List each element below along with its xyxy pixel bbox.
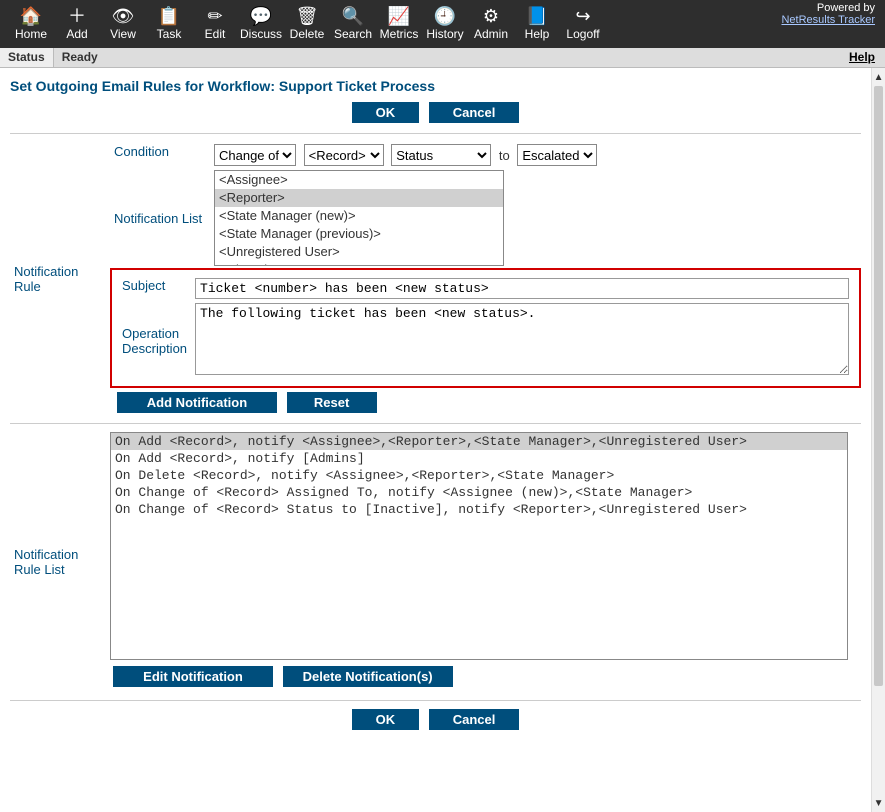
clipboard-icon: 📋 bbox=[158, 7, 180, 25]
scrollbar-thumb[interactable] bbox=[874, 86, 883, 686]
powered-by: Powered by NetResults Tracker bbox=[781, 2, 875, 26]
condition-controls: Change of <Record> Status to Escalated bbox=[210, 142, 861, 168]
notification-list-item[interactable]: <State Manager (new)> bbox=[215, 207, 503, 225]
page-scrollbar[interactable]: ▲ ▼ bbox=[871, 68, 885, 812]
toolbar-label: Admin bbox=[474, 27, 508, 41]
notification-rule-heading: Notification Rule bbox=[10, 142, 110, 415]
ok-button-top[interactable]: OK bbox=[352, 102, 420, 123]
subject-label: Subject bbox=[118, 276, 191, 301]
toolbar-history[interactable]: 🕘 History bbox=[422, 0, 468, 48]
delete-notifications-button[interactable]: Delete Notification(s) bbox=[283, 666, 453, 687]
top-button-row: OK Cancel bbox=[10, 102, 861, 123]
toolbar-task[interactable]: 📋 Task bbox=[146, 0, 192, 48]
toolbar-view[interactable]: 👁 View bbox=[100, 0, 146, 48]
separator bbox=[10, 700, 861, 701]
toolbar-label: Delete bbox=[290, 27, 325, 41]
pencil-icon: ✏ bbox=[207, 7, 222, 25]
logout-icon: ↪ bbox=[575, 7, 590, 25]
notification-list-label: Notification List bbox=[110, 168, 210, 268]
toolbar-home[interactable]: 🏠 Home bbox=[8, 0, 54, 48]
notification-list-box[interactable]: <Assignee><Reporter><State Manager (new)… bbox=[214, 170, 504, 266]
book-icon: 📘 bbox=[526, 7, 548, 25]
page-title: Set Outgoing Email Rules for Workflow: S… bbox=[10, 78, 861, 94]
edit-notification-button[interactable]: Edit Notification bbox=[113, 666, 273, 687]
help-link[interactable]: Help bbox=[839, 48, 885, 67]
rule-list-item[interactable]: On Change of <Record> Status to [Inactiv… bbox=[111, 501, 847, 518]
toolbar-search[interactable]: 🔍 Search bbox=[330, 0, 376, 48]
toolbar-label: Edit bbox=[205, 27, 226, 41]
toolbar-label: Logoff bbox=[566, 27, 599, 41]
toolbar-label: Help bbox=[525, 27, 550, 41]
toolbar-discuss[interactable]: 💬 Discuss bbox=[238, 0, 284, 48]
notification-rule-list-section: Notification Rule List On Add <Record>, … bbox=[10, 432, 861, 692]
toolbar-label: Discuss bbox=[240, 27, 282, 41]
plus-icon: ＋ bbox=[68, 7, 86, 25]
ok-button-bottom[interactable]: OK bbox=[352, 709, 420, 730]
powered-by-link[interactable]: NetResults Tracker bbox=[781, 14, 875, 26]
cancel-button-top[interactable]: Cancel bbox=[429, 102, 520, 123]
page-content: Set Outgoing Email Rules for Workflow: S… bbox=[0, 68, 871, 812]
trash-icon: 🗑 bbox=[296, 7, 319, 25]
status-tab: Status bbox=[0, 48, 54, 67]
toolbar-metrics[interactable]: 📈 Metrics bbox=[376, 0, 422, 48]
toolbar-label: Task bbox=[157, 27, 182, 41]
bottom-button-row: OK Cancel bbox=[10, 709, 861, 730]
toolbar-admin[interactable]: ⚙ Admin bbox=[468, 0, 514, 48]
home-icon: 🏠 bbox=[20, 7, 42, 25]
condition-type-select[interactable]: Change of bbox=[214, 144, 296, 166]
clock-icon: 🕘 bbox=[434, 7, 456, 25]
toolbar-label: Search bbox=[334, 27, 372, 41]
chat-icon: 💬 bbox=[250, 7, 272, 25]
status-bar: Status Ready Help bbox=[0, 48, 885, 68]
notification-list-item[interactable]: <Reporter> bbox=[215, 189, 503, 207]
status-ready: Ready bbox=[54, 48, 839, 67]
notification-list-item[interactable]: <Unregistered User> bbox=[215, 243, 503, 261]
toolbar-delete[interactable]: 🗑 Delete bbox=[284, 0, 330, 48]
condition-value-select[interactable]: Escalated bbox=[517, 144, 597, 166]
rule-list-item[interactable]: On Delete <Record>, notify <Assignee>,<R… bbox=[111, 467, 847, 484]
operation-description-label: Operation Description bbox=[118, 301, 191, 380]
scroll-up-icon[interactable]: ▲ bbox=[872, 68, 885, 86]
notification-list-item[interactable]: <Assignee> bbox=[215, 171, 503, 189]
condition-field-select[interactable]: Status bbox=[391, 144, 491, 166]
toolbar-add[interactable]: ＋ Add bbox=[54, 0, 100, 48]
eye-icon: 👁 bbox=[112, 7, 135, 25]
toolbar-label: Metrics bbox=[380, 27, 419, 41]
notification-list-item[interactable]: <Closed By> bbox=[215, 261, 503, 266]
toolbar-label: View bbox=[110, 27, 136, 41]
separator bbox=[10, 133, 861, 134]
reset-button[interactable]: Reset bbox=[287, 392, 377, 413]
condition-label: Condition bbox=[110, 142, 210, 168]
rule-list-item[interactable]: On Add <Record>, notify [Admins] bbox=[111, 450, 847, 467]
notification-rule-section: Notification Rule Condition Change of <R… bbox=[10, 142, 861, 415]
notification-list-item[interactable]: <State Manager (previous)> bbox=[215, 225, 503, 243]
cancel-button-bottom[interactable]: Cancel bbox=[429, 709, 520, 730]
gear-icon: ⚙ bbox=[483, 7, 499, 25]
add-notification-button[interactable]: Add Notification bbox=[117, 392, 277, 413]
toolbar-label: History bbox=[426, 27, 463, 41]
toolbar-help[interactable]: 📘 Help bbox=[514, 0, 560, 48]
condition-record-select[interactable]: <Record> bbox=[304, 144, 384, 166]
notification-rule-list-heading: Notification Rule List bbox=[10, 432, 110, 692]
rule-list-item[interactable]: On Add <Record>, notify <Assignee>,<Repo… bbox=[111, 433, 847, 450]
toolbar-label: Add bbox=[66, 27, 87, 41]
main-toolbar: 🏠 Home ＋ Add 👁 View 📋 Task ✏ Edit 💬 Disc… bbox=[0, 0, 885, 48]
rule-list-item[interactable]: On Change of <Record> Assigned To, notif… bbox=[111, 484, 847, 501]
rule-list-box[interactable]: On Add <Record>, notify <Assignee>,<Repo… bbox=[110, 432, 848, 660]
separator bbox=[10, 423, 861, 424]
chart-icon: 📈 bbox=[388, 7, 410, 25]
subject-input[interactable] bbox=[195, 278, 849, 299]
condition-to-label: to bbox=[499, 148, 510, 163]
toolbar-edit[interactable]: ✏ Edit bbox=[192, 0, 238, 48]
toolbar-label: Home bbox=[15, 27, 47, 41]
search-icon: 🔍 bbox=[342, 7, 364, 25]
scroll-down-icon[interactable]: ▼ bbox=[872, 794, 885, 812]
powered-by-label: Powered by bbox=[781, 2, 875, 14]
operation-description-textarea[interactable]: The following ticket has been <new statu… bbox=[195, 303, 849, 375]
subject-description-group: Subject Operation Description The follow… bbox=[110, 268, 861, 388]
toolbar-logoff[interactable]: ↪ Logoff bbox=[560, 0, 606, 48]
